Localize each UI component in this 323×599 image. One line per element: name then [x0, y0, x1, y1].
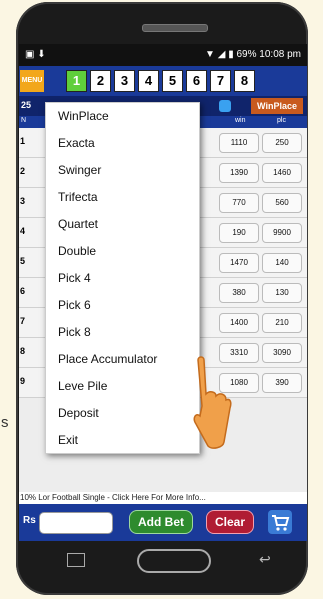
place-odds-button[interactable]: 390: [262, 373, 302, 393]
app-bar: MENU 1 2 3 4 5 6 7 8: [19, 66, 307, 96]
win-odds-button[interactable]: 1390: [219, 163, 259, 183]
back-icon[interactable]: ↩: [259, 551, 271, 568]
promo-ticker[interactable]: 10% Lor Football Single - Click Here For…: [19, 492, 307, 504]
win-odds-button[interactable]: 1470: [219, 253, 259, 273]
status-right: ▼ ◢ ▮ 69% 10:08 pm: [205, 49, 301, 60]
win-odds-button[interactable]: 190: [219, 223, 259, 243]
menu-item-swinger[interactable]: Swinger: [58, 163, 101, 177]
home-button[interactable]: [137, 549, 211, 573]
win-odds-button[interactable]: 380: [219, 283, 259, 303]
menu-item-place-accumulator[interactable]: Place Accumulator: [58, 352, 157, 366]
race-tab-7[interactable]: 7: [210, 70, 231, 92]
race-tab-1[interactable]: 1: [66, 70, 87, 92]
row-number: 6: [20, 286, 26, 296]
sub-bar-text: 25: [21, 100, 32, 110]
menu-item-leve-pile[interactable]: Leve Pile: [58, 379, 107, 393]
menu-key-icon[interactable]: [67, 553, 85, 567]
add-bet-button[interactable]: Add Bet: [129, 510, 193, 534]
phone-screen: ▣ ⬇ ▼ ◢ ▮ 69% 10:08 pm MENU 1 2 3 4 5 6 …: [19, 44, 307, 541]
place-odds-button[interactable]: 130: [262, 283, 302, 303]
header-no: N: [21, 117, 27, 124]
battery-level: 69%: [236, 49, 257, 60]
header-plc: plc: [277, 117, 286, 124]
earpiece: [142, 24, 208, 32]
android-nav-bar: ↩: [19, 541, 307, 581]
win-odds-button[interactable]: 770: [219, 193, 259, 213]
place-odds-button[interactable]: 250: [262, 133, 302, 153]
winplace-tab[interactable]: WinPlace: [251, 98, 303, 114]
place-odds-button[interactable]: 1460: [262, 163, 302, 183]
menu-item-trifecta[interactable]: Trifecta: [58, 190, 98, 204]
win-odds-button[interactable]: 1110: [219, 133, 259, 153]
pointing-hand-icon: [190, 354, 232, 459]
win-odds-button[interactable]: 1400: [219, 313, 259, 333]
row-number: 2: [20, 166, 26, 176]
menu-item-pick-8[interactable]: Pick 8: [58, 325, 91, 339]
race-tab-5[interactable]: 5: [162, 70, 183, 92]
row-number: 9: [20, 376, 26, 386]
bet-type-dropdown: WinPlace Exacta Swinger Trifecta Quartet…: [45, 102, 200, 454]
status-bar: ▣ ⬇ ▼ ◢ ▮ 69% 10:08 pm: [19, 44, 307, 66]
row-number: 1: [20, 136, 26, 146]
menu-item-quartet[interactable]: Quartet: [58, 217, 98, 231]
header-win: win: [235, 117, 246, 124]
place-odds-button[interactable]: 560: [262, 193, 302, 213]
place-odds-button[interactable]: 9900: [262, 223, 302, 243]
signal-icon: ◢: [217, 49, 226, 60]
row-number: 4: [20, 226, 26, 236]
row-number: 5: [20, 256, 26, 266]
side-text: s: [1, 414, 9, 431]
menu-item-pick-4[interactable]: Pick 4: [58, 271, 91, 285]
menu-item-exacta[interactable]: Exacta: [58, 136, 95, 150]
bet-bar: Rs Add Bet Clear: [19, 504, 307, 541]
notification-icons: ▣ ⬇: [25, 49, 46, 60]
clock: 10:08 pm: [259, 49, 301, 60]
race-tab-8[interactable]: 8: [234, 70, 255, 92]
cart-icon[interactable]: [268, 510, 292, 534]
race-tab-2[interactable]: 2: [90, 70, 111, 92]
row-number: 3: [20, 196, 26, 206]
battery-icon: ▮: [228, 49, 234, 60]
menu-item-deposit[interactable]: Deposit: [58, 406, 99, 420]
race-tab-4[interactable]: 4: [138, 70, 159, 92]
place-odds-button[interactable]: 210: [262, 313, 302, 333]
menu-item-pick-6[interactable]: Pick 6: [58, 298, 91, 312]
place-odds-button[interactable]: 3090: [262, 343, 302, 363]
race-tab-6[interactable]: 6: [186, 70, 207, 92]
menu-button[interactable]: MENU: [20, 70, 44, 92]
menu-item-double[interactable]: Double: [58, 244, 96, 258]
menu-item-exit[interactable]: Exit: [58, 433, 78, 447]
place-odds-button[interactable]: 140: [262, 253, 302, 273]
race-tab-3[interactable]: 3: [114, 70, 135, 92]
row-number: 7: [20, 316, 26, 326]
row-number: 8: [20, 346, 26, 356]
rs-label: Rs: [23, 515, 36, 526]
wifi-icon: ▼: [205, 49, 215, 60]
info-toggle-icon[interactable]: [219, 100, 231, 112]
clear-button[interactable]: Clear: [206, 510, 254, 534]
amount-input[interactable]: [39, 512, 113, 534]
menu-item-winplace[interactable]: WinPlace: [58, 109, 109, 123]
